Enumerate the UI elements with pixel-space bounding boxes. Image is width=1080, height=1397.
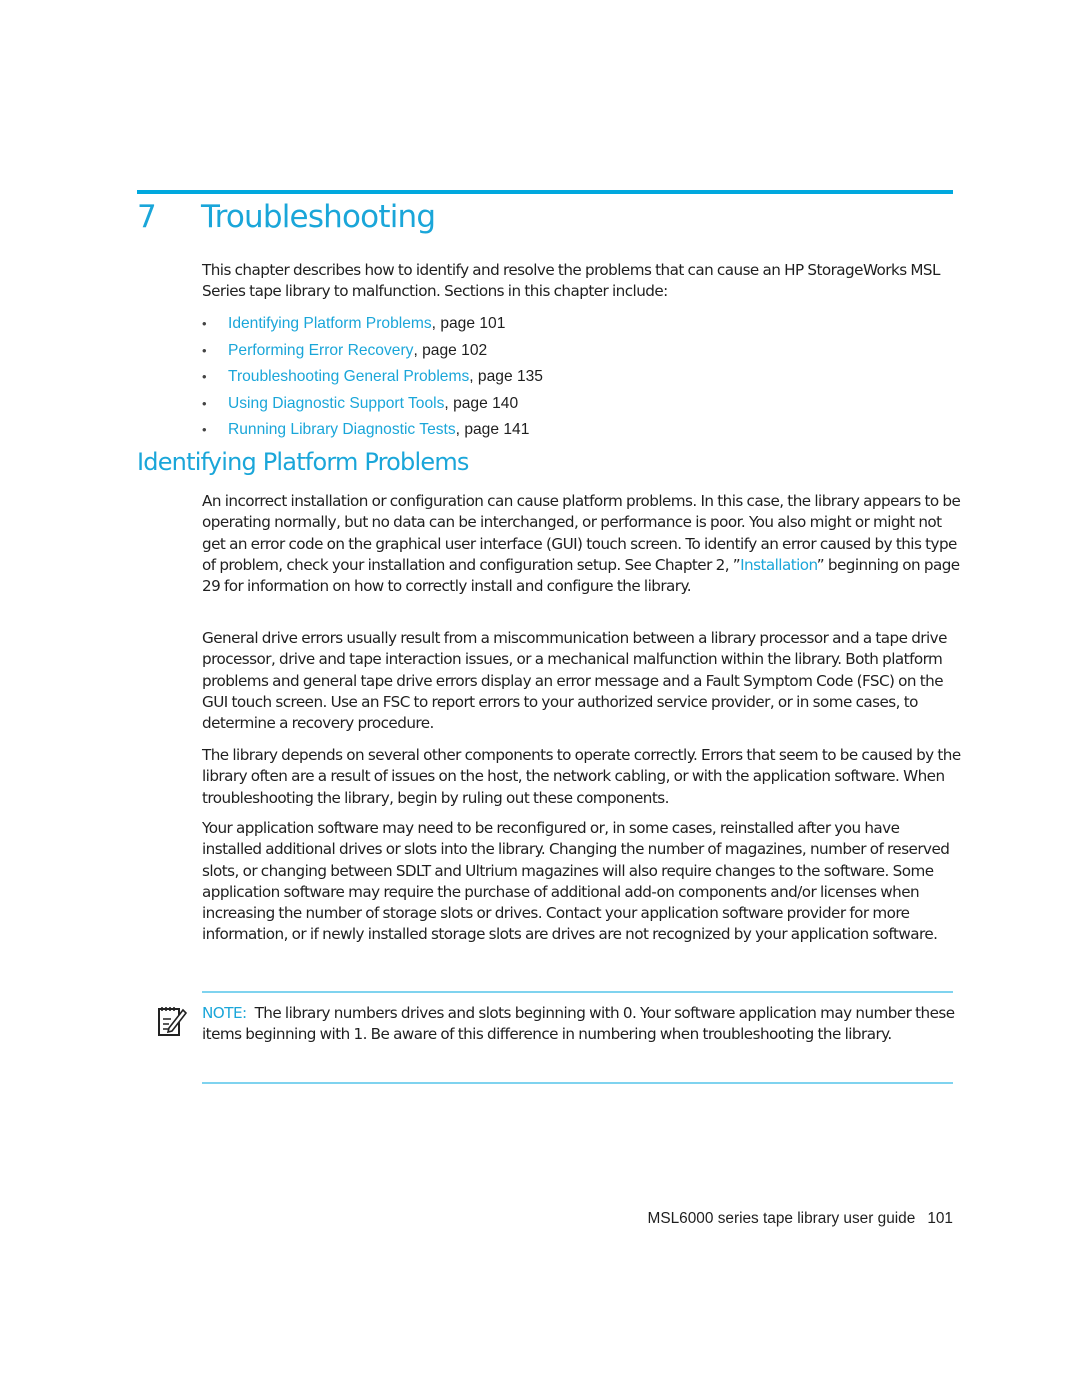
note-label: NOTE: [202, 1004, 247, 1022]
toc-item: • Troubleshooting General Problems , pag… [202, 364, 543, 391]
paragraph-drive-errors: General drive errors usually result from… [202, 629, 947, 733]
chapter-intro: This chapter describes how to identify a… [202, 261, 940, 301]
toc-page-ref: , page 102 [413, 341, 488, 359]
bullet-icon: • [202, 316, 207, 331]
section-heading: Identifying Platform Problems [137, 448, 469, 476]
paragraph-installation: An incorrect installation or configurati… [202, 491, 962, 597]
bullet-icon: • [202, 369, 207, 384]
note-box: NOTE: The library numbers drives and slot… [202, 1003, 962, 1046]
toc-page-ref: , page 135 [469, 368, 543, 385]
toc-item: • Using Diagnostic Support Tools , page … [202, 391, 543, 418]
toc-page-ref: , page 141 [455, 421, 530, 438]
note-pencil-icon [158, 1007, 187, 1036]
toc-link-performing-error-recovery[interactable]: Performing Error Recovery [228, 338, 413, 365]
toc-link-running-library-diagnostic-tests[interactable]: Running Library Diagnostic Tests [228, 417, 456, 444]
chapter-rule [137, 190, 953, 194]
toc-link-troubleshooting-general-problems[interactable]: Troubleshooting General Problems [228, 364, 469, 391]
note-top-rule [202, 991, 953, 993]
toc-item: • Identifying Platform Problems , page 1… [202, 311, 543, 338]
paragraph-components: The library depends on several other com… [202, 746, 961, 807]
toc-page-ref: , page 101 [431, 315, 506, 332]
footer-guide-title: MSL6000 series tape library user guide [647, 1210, 916, 1227]
chapter-title-text: Troubleshooting [201, 199, 436, 235]
paragraph-application-software: Your application software may need to be… [202, 819, 950, 944]
toc-link-identifying-platform-problems[interactable]: Identifying Platform Problems [228, 311, 432, 338]
installation-link[interactable]: Installation [740, 556, 817, 574]
bullet-icon: • [202, 395, 207, 411]
toc-item: • Running Library Diagnostic Tests , pag… [202, 417, 543, 444]
chapter-title: 7 Troubleshooting [137, 199, 436, 235]
bullet-icon: • [202, 422, 207, 437]
bullet-icon: • [202, 342, 207, 358]
toc-page-ref: , page 140 [444, 394, 519, 412]
toc-item: • Performing Error Recovery , page 102 [202, 338, 543, 365]
note-bottom-rule [202, 1082, 953, 1084]
section-toc: • Identifying Platform Problems , page 1… [202, 311, 543, 444]
note-text: The library numbers drives and slots beg… [202, 1004, 955, 1044]
page-footer: MSL6000 series tape library user guide 10… [600, 1210, 953, 1228]
chapter-number: 7 [137, 199, 157, 235]
page-number: 101 [927, 1210, 953, 1227]
toc-link-using-diagnostic-support-tools[interactable]: Using Diagnostic Support Tools [228, 391, 444, 418]
